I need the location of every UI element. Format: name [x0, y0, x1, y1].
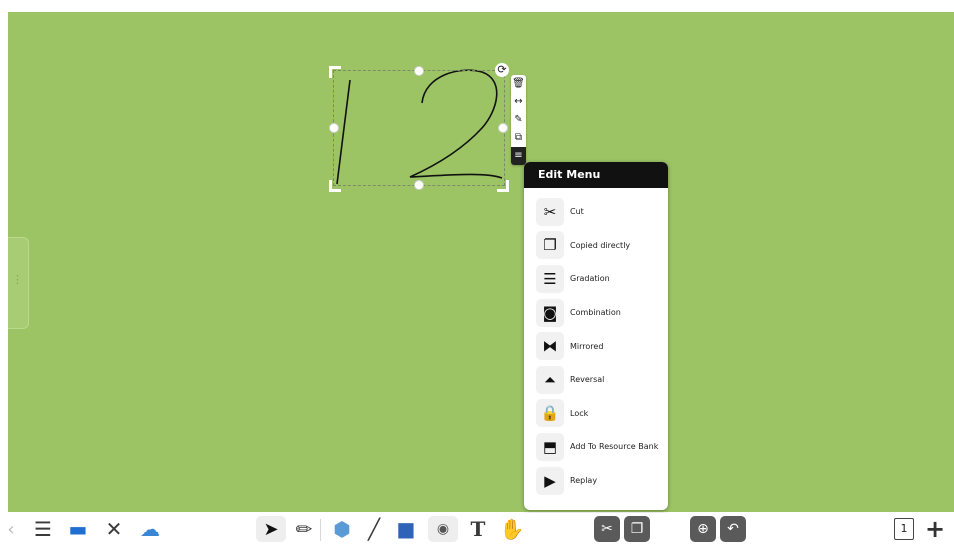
line-icon[interactable]: ╱ — [362, 516, 386, 542]
menu-item-add-to-resource-bank[interactable]: ⬒ Add To Resource Bank — [524, 430, 668, 464]
menu-item-label: Add To Resource Bank — [570, 442, 659, 452]
pen-color-icon[interactable]: ✎ — [511, 111, 526, 129]
layer-order-icon: ☰ — [536, 264, 564, 293]
hand-icon[interactable]: ✋ — [498, 516, 526, 542]
copy-icon: ❐ — [536, 231, 564, 260]
menu-item-label: Reversal — [570, 375, 605, 385]
resize-corner-tl[interactable] — [329, 66, 341, 78]
select-arrow-icon[interactable]: ➤ — [256, 516, 286, 542]
combine-icon: ◙ — [536, 298, 564, 327]
replay-icon: ▶ — [536, 466, 564, 495]
resize-handle-bottom[interactable] — [414, 180, 424, 190]
menu-item-combination[interactable]: ◙ Combination — [524, 296, 668, 330]
mirror-icon: ⧓ — [536, 332, 564, 361]
copy-icon[interactable]: ⧉ — [511, 129, 526, 147]
menu-item-mirrored[interactable]: ⧓ Mirrored — [524, 329, 668, 363]
target-icon[interactable]: ⊕ — [690, 516, 716, 542]
plus-icon[interactable]: + — [922, 515, 948, 543]
menu-item-copied-directly[interactable]: ❐ Copied directly — [524, 229, 668, 263]
flip-icon: ⏶ — [536, 365, 564, 394]
tools-icon[interactable]: ✕ — [100, 516, 128, 542]
text-icon[interactable]: T — [464, 516, 492, 542]
fill-icon[interactable]: ◉ — [428, 516, 458, 542]
page-number: 1 — [894, 518, 914, 540]
lock-icon: 🔒 — [536, 399, 564, 428]
menu-item-label: Combination — [570, 308, 621, 318]
eraser-icon[interactable]: ⬢ — [328, 516, 356, 542]
undo-icon[interactable]: ↶ — [720, 516, 746, 542]
menu-icon[interactable]: ☰ — [30, 516, 56, 542]
cloud-icon[interactable]: ☁ — [136, 516, 164, 542]
menu-item-lock[interactable]: 🔒 Lock — [524, 397, 668, 431]
menu-item-replay[interactable]: ▶ Replay — [524, 464, 668, 498]
rectangle-icon[interactable]: ■ — [392, 516, 420, 542]
selection-box[interactable] — [333, 70, 505, 186]
side-panel-tab[interactable]: ⋮ — [8, 237, 29, 329]
object-mini-toolbar: 🗑 ↔ ✎ ⧉ ≡ — [511, 75, 526, 165]
display-icon[interactable]: ▬ — [64, 516, 92, 542]
grip-icon: ⋮ — [12, 273, 23, 286]
bottom-toolbar: ‹ ☰ ▬ ✕ ☁ ➤ ✏ ⬢ ╱ ■ ◉ T ✋ ✂ ❐ ⊕ ↶ 1 + — [0, 513, 954, 545]
menu-item-label: Lock — [570, 408, 589, 418]
collapse-left-icon[interactable]: ‹ — [6, 516, 16, 542]
resize-handle-right[interactable] — [498, 123, 508, 133]
resize-corner-bl[interactable] — [329, 180, 341, 192]
pencil-icon[interactable]: ✏ — [292, 516, 316, 542]
edit-menu: Edit Menu ✂ Cut ❐ Copied directly ☰ Gradati… — [524, 162, 668, 510]
resize-handle-top[interactable] — [414, 66, 424, 76]
line-style-icon[interactable]: ↔ — [511, 93, 526, 111]
cut-icon[interactable]: ✂ — [594, 516, 620, 542]
copy-icon[interactable]: ❐ — [624, 516, 650, 542]
rotate-icon[interactable]: ⟳ — [495, 63, 509, 77]
resize-corner-br[interactable] — [497, 180, 509, 192]
menu-item-label: Gradation — [570, 274, 610, 284]
edit-menu-icon[interactable]: ≡ — [511, 147, 526, 165]
menu-item-label: Cut — [570, 207, 584, 217]
menu-item-label: Replay — [570, 476, 598, 486]
menu-item-label: Copied directly — [570, 240, 631, 250]
page-indicator[interactable]: 1 — [892, 516, 916, 542]
resize-handle-left[interactable] — [329, 123, 339, 133]
menu-item-reversal[interactable]: ⏶ Reversal — [524, 363, 668, 397]
menu-item-cut[interactable]: ✂ Cut — [524, 195, 668, 229]
resource-bank-icon: ⬒ — [536, 432, 564, 461]
scissors-icon: ✂ — [536, 197, 564, 226]
menu-item-label: Mirrored — [570, 341, 604, 351]
delete-icon[interactable]: 🗑 — [511, 75, 526, 93]
edit-menu-title: Edit Menu — [524, 162, 668, 188]
menu-item-gradation[interactable]: ☰ Gradation — [524, 262, 668, 296]
toolbar-divider — [320, 519, 321, 541]
